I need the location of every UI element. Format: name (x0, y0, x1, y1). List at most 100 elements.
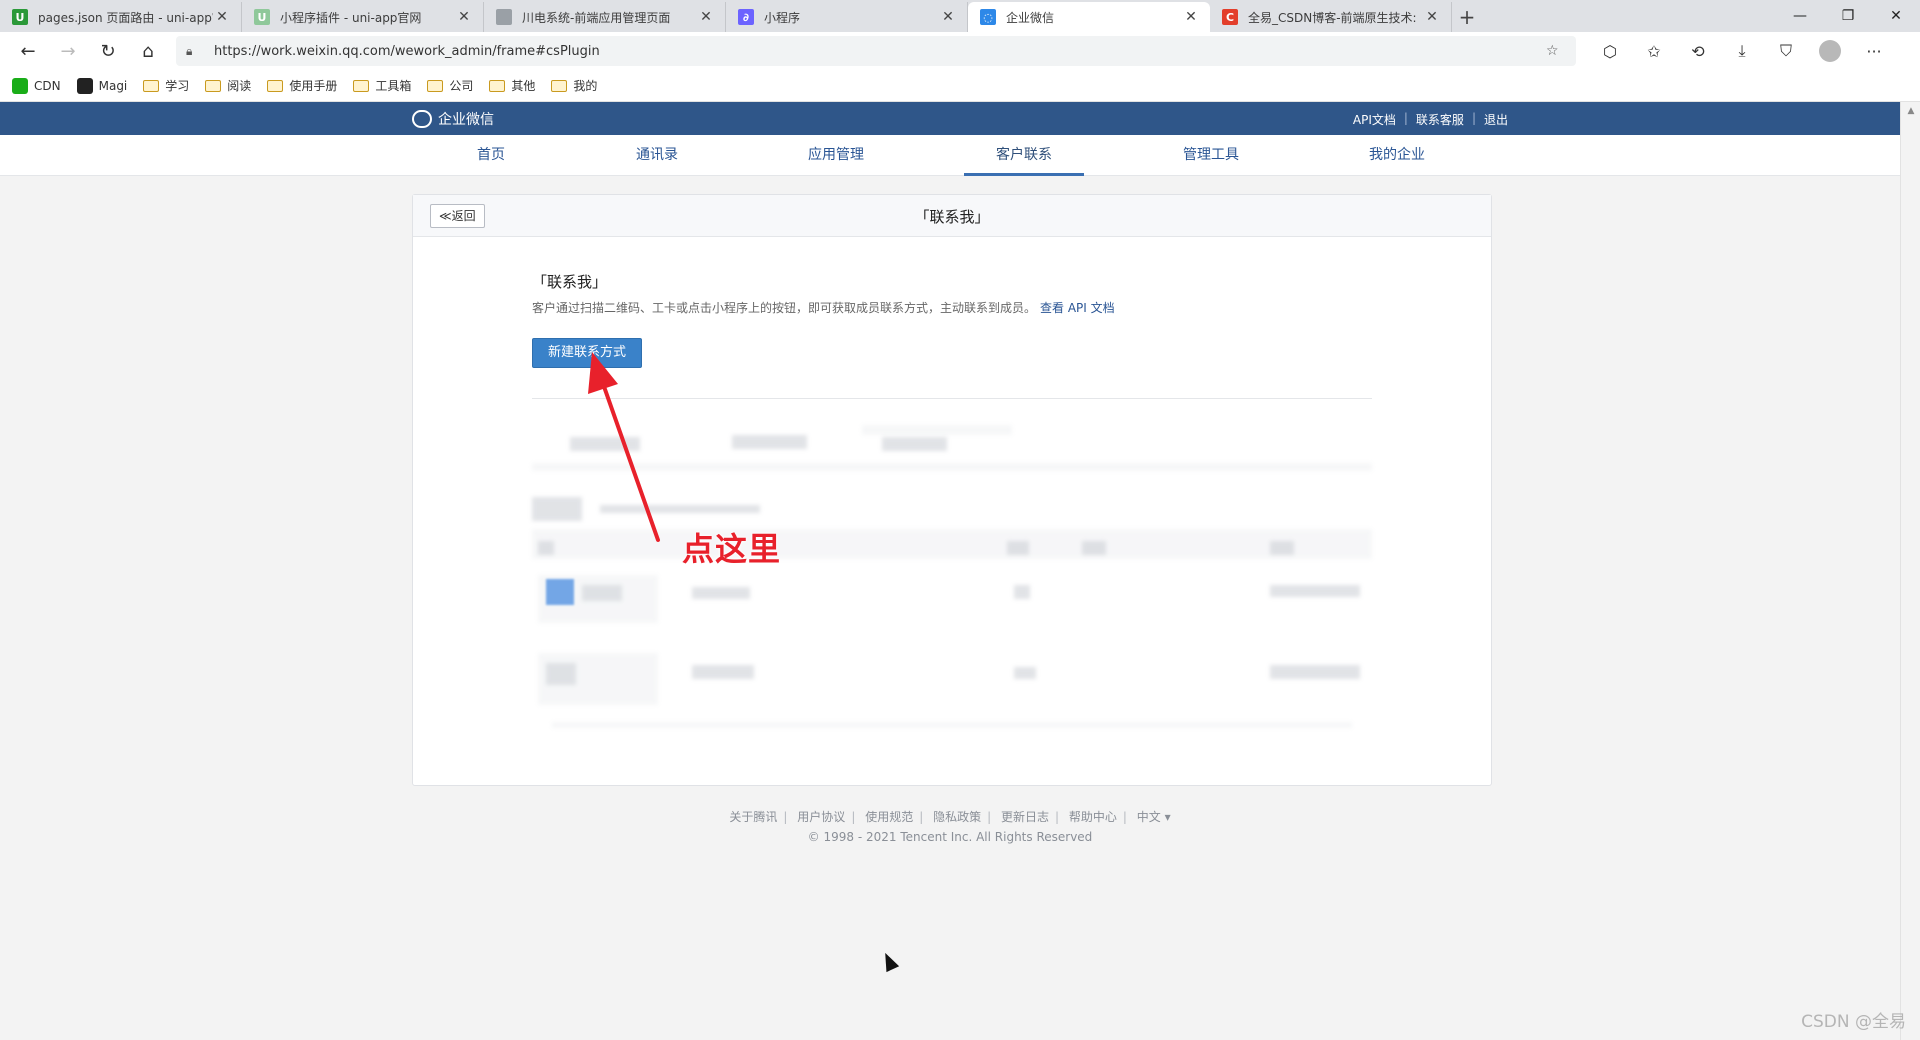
card-title: 「联系我」 (914, 208, 990, 226)
nav-management-tools[interactable]: 管理工具 (1151, 135, 1271, 176)
tab-close-icon[interactable]: ✕ (213, 8, 231, 26)
refresh-icon[interactable]: ↻ (88, 34, 128, 68)
new-contact-method-button[interactable]: 新建联系方式 (532, 338, 642, 368)
bookmark-item[interactable]: CDN (12, 77, 61, 94)
bookmark-item[interactable]: 学习 (143, 77, 189, 94)
nav-home[interactable]: 首页 (431, 135, 551, 176)
history-icon[interactable]: ⟲ (1676, 34, 1720, 68)
bookmark-item[interactable]: 我的 (551, 77, 597, 94)
extensions-icon[interactable]: ⬡ (1588, 34, 1632, 68)
profile-avatar-icon[interactable] (1808, 34, 1852, 68)
browser-tab-strip: Upages.json 页面路由 - uni-app官 ✕ U 小程序插件 - uni… (0, 0, 1920, 32)
tab-close-icon[interactable]: ✕ (939, 8, 957, 26)
folder-icon (551, 79, 568, 92)
tab-close-icon[interactable]: ✕ (455, 8, 473, 26)
bookmark-label: 工具箱 (375, 79, 412, 93)
tab-favicon-icon: U (12, 9, 28, 25)
wework-logo[interactable]: 企业微信 (412, 109, 494, 129)
bookmark-label: 阅读 (227, 79, 252, 93)
bookmark-item[interactable]: 阅读 (205, 77, 251, 94)
nav-app-management[interactable]: 应用管理 (776, 135, 896, 176)
scroll-up-icon[interactable]: ▲ (1901, 102, 1920, 120)
header-link-logout[interactable]: 退出 (1484, 111, 1508, 128)
header-link-api-docs[interactable]: API文档 (1353, 111, 1396, 128)
folder-icon (267, 79, 284, 92)
shield-icon[interactable]: ⛉ (1764, 34, 1808, 68)
bookmark-label: 学习 (165, 79, 190, 93)
wework-header: 企业微信 API文档 | 联系客服 | 退出 (0, 102, 1900, 135)
tab-close-icon[interactable]: ✕ (697, 8, 715, 26)
wework-logo-icon (412, 110, 432, 128)
forward-arrow-icon[interactable]: → (48, 34, 88, 68)
window-controls: — ❐ ✕ (1776, 0, 1920, 32)
bookmark-label: 我的 (573, 79, 598, 93)
more-menu-icon[interactable]: ··· (1852, 34, 1896, 68)
tab-favicon-icon: ◌ (980, 9, 996, 25)
page-scrollbar[interactable]: ▲ (1900, 102, 1920, 1040)
tab-title: 川电系统-前端应用管理页面 (522, 10, 671, 25)
footer-link-about[interactable]: 关于腾讯 (729, 810, 777, 824)
browser-tab[interactable]: ∂ 小程序 ✕ (726, 2, 968, 32)
folder-icon (489, 79, 506, 92)
nav-customer-contact[interactable]: 客户联系 (964, 135, 1084, 176)
tab-title: pages.json 页面路由 - uni-app官 (38, 10, 213, 25)
header-link-separator: | (1471, 111, 1476, 125)
url-input[interactable] (214, 43, 1546, 59)
description-text: 客户通过扫描二维码、工卡或点击小程序上的按钮，即可获取成员联系方式，主动联系到成… (532, 301, 1037, 315)
close-window-icon[interactable]: ✕ (1872, 0, 1920, 32)
new-tab-button[interactable]: + (1452, 2, 1482, 32)
footer-link-privacy[interactable]: 隐私政策 (933, 810, 981, 824)
browser-tab[interactable]: U 小程序插件 - uni-app官网 ✕ (242, 2, 484, 32)
section-divider (532, 398, 1372, 399)
address-bar[interactable]: 🔒︎ ☆ (176, 36, 1576, 66)
browser-tab[interactable]: C 全易_CSDN博客-前端原生技术: ✕ (1210, 2, 1452, 32)
main-nav: 首页 通讯录 应用管理 客户联系 管理工具 我的企业 (0, 135, 1900, 176)
bookmark-item[interactable]: 工具箱 (353, 77, 411, 94)
api-docs-link[interactable]: 查看 API 文档 (1040, 301, 1115, 315)
minimize-icon[interactable]: — (1776, 0, 1824, 32)
download-icon[interactable]: ⤓ (1720, 34, 1764, 68)
footer-link-changelog[interactable]: 更新日志 (1001, 810, 1049, 824)
folder-icon (353, 79, 370, 92)
blurred-contact-list (532, 425, 1372, 745)
tab-title: 全易_CSDN博客-前端原生技术: (1248, 10, 1417, 25)
home-icon[interactable]: ⌂ (128, 34, 168, 68)
section-title: 「联系我」 (532, 273, 608, 291)
card-header: ≪返回 「联系我」 (413, 195, 1491, 237)
nav-my-enterprise[interactable]: 我的企业 (1337, 135, 1457, 176)
footer-link-user-agreement[interactable]: 用户协议 (797, 810, 845, 824)
site-favicon-icon (12, 77, 28, 94)
folder-icon (205, 79, 222, 92)
footer-links: 关于腾讯 | 用户协议 | 使用规范 | 隐私政策 | 更新日志 | 帮助中心 | 中文 ▾ (729, 810, 1171, 824)
header-link-support[interactable]: 联系客服 (1416, 111, 1464, 128)
bookmark-label: 其他 (511, 79, 536, 93)
footer-link-usage-rules[interactable]: 使用规范 (865, 810, 913, 824)
tab-favicon-icon: U (254, 9, 270, 25)
bookmark-item[interactable]: 使用手册 (267, 77, 337, 94)
tab-title: 小程序 (764, 10, 801, 25)
bookmark-label: CDN (34, 78, 61, 93)
back-arrow-icon[interactable]: ← (8, 34, 48, 68)
favorites-icon[interactable]: ✩ (1632, 34, 1676, 68)
browser-toolbar: ← → ↻ ⌂ 🔒︎ ☆ ⬡ ✩ ⟲ ⤓ ⛉ ··· (0, 32, 1920, 70)
contact-me-card: ≪返回 「联系我」 「联系我」 客户通过扫描二维码、工卡或点击小程序上的按钮，即… (412, 194, 1492, 786)
restore-icon[interactable]: ❐ (1824, 0, 1872, 32)
tab-close-icon[interactable]: ✕ (1423, 8, 1441, 26)
tab-close-icon[interactable]: ✕ (1182, 8, 1200, 26)
nav-contacts[interactable]: 通讯录 (597, 135, 717, 176)
site-favicon-icon (76, 77, 93, 94)
annotation-text: 点这里 (682, 530, 782, 568)
bookmark-item[interactable]: Magi (76, 77, 127, 94)
footer-language-select[interactable]: 中文 ▾ (1137, 810, 1171, 824)
favorite-star-icon[interactable]: ☆ (1546, 43, 1566, 59)
browser-tab[interactable]: ◌ 企业微信 ✕ (968, 2, 1210, 32)
mouse-cursor-icon (878, 949, 900, 973)
browser-tab[interactable]: Upages.json 页面路由 - uni-app官 ✕ (0, 2, 242, 32)
tab-title: 企业微信 (1006, 10, 1055, 25)
bookmark-item[interactable]: 公司 (427, 77, 473, 94)
browser-tab[interactable]: 川电系统-前端应用管理页面 ✕ (484, 2, 726, 32)
header-link-separator: | (1403, 111, 1408, 125)
bookmark-item[interactable]: 其他 (489, 77, 535, 94)
csdn-watermark: CSDN @全易 (1801, 1012, 1906, 1032)
footer-link-help[interactable]: 帮助中心 (1069, 810, 1117, 824)
